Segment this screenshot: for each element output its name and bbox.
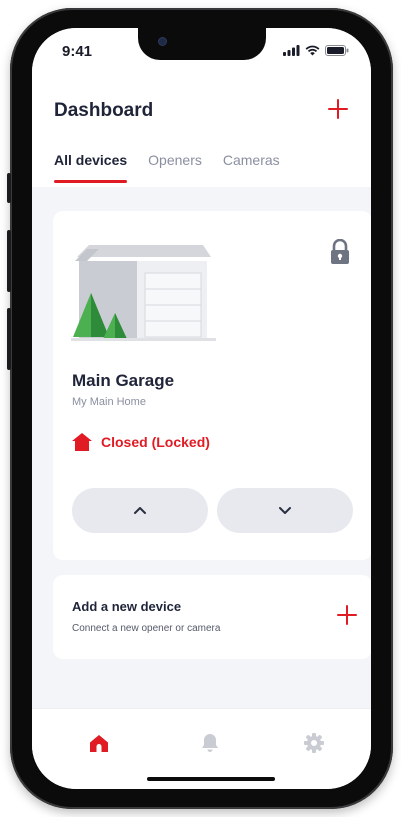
- home-status-icon: [72, 433, 92, 451]
- device-status: Closed (Locked): [72, 433, 210, 451]
- mute-switch: [7, 173, 11, 203]
- bottom-nav: [32, 708, 371, 789]
- tab-all-devices[interactable]: All devices: [54, 152, 128, 183]
- add-device-title: Add a new device: [72, 599, 182, 614]
- garage-illustration: [71, 245, 216, 341]
- chevron-up-icon: [134, 507, 146, 514]
- tab-openers[interactable]: Openers: [148, 152, 202, 178]
- device-name: Main Garage: [72, 371, 175, 390]
- add-device-card[interactable]: Add a new device Connect a new opener or…: [53, 575, 371, 659]
- plus-icon: [337, 605, 357, 625]
- add-device-subtitle: Connect a new opener or camera: [72, 623, 221, 634]
- add-device-button[interactable]: [323, 94, 353, 124]
- front-camera: [158, 37, 167, 46]
- close-door-button[interactable]: [217, 488, 353, 533]
- gear-icon: [304, 733, 324, 753]
- open-door-button[interactable]: [72, 488, 208, 533]
- device-location: My Main Home: [72, 396, 146, 408]
- notch: [138, 28, 266, 60]
- status-label: Closed (Locked): [101, 434, 210, 450]
- screen: 9:41 Dashboard All devices Openers Camer…: [32, 28, 371, 789]
- home-icon: [90, 734, 108, 752]
- chevron-down-icon: [279, 507, 291, 514]
- bell-icon: [202, 734, 218, 752]
- device-card[interactable]: Main Garage My Main Home Closed (Locked): [53, 211, 371, 560]
- volume-down-button: [7, 308, 11, 370]
- tab-cameras[interactable]: Cameras: [223, 152, 280, 178]
- nav-notifications[interactable]: [198, 731, 222, 755]
- tab-bar: All devices Openers Cameras: [54, 152, 280, 183]
- battery-icon: [325, 45, 349, 56]
- page-title: Dashboard: [54, 100, 154, 121]
- plus-icon: [328, 99, 348, 119]
- nav-settings[interactable]: [302, 731, 326, 755]
- status-time: 9:41: [62, 43, 93, 60]
- signal-icon: [283, 45, 300, 56]
- volume-up-button: [7, 230, 11, 292]
- nav-home[interactable]: [87, 731, 111, 755]
- wifi-icon: [305, 45, 320, 56]
- status-icons: [283, 45, 349, 56]
- lock-icon: [331, 239, 349, 264]
- home-indicator: [147, 777, 275, 781]
